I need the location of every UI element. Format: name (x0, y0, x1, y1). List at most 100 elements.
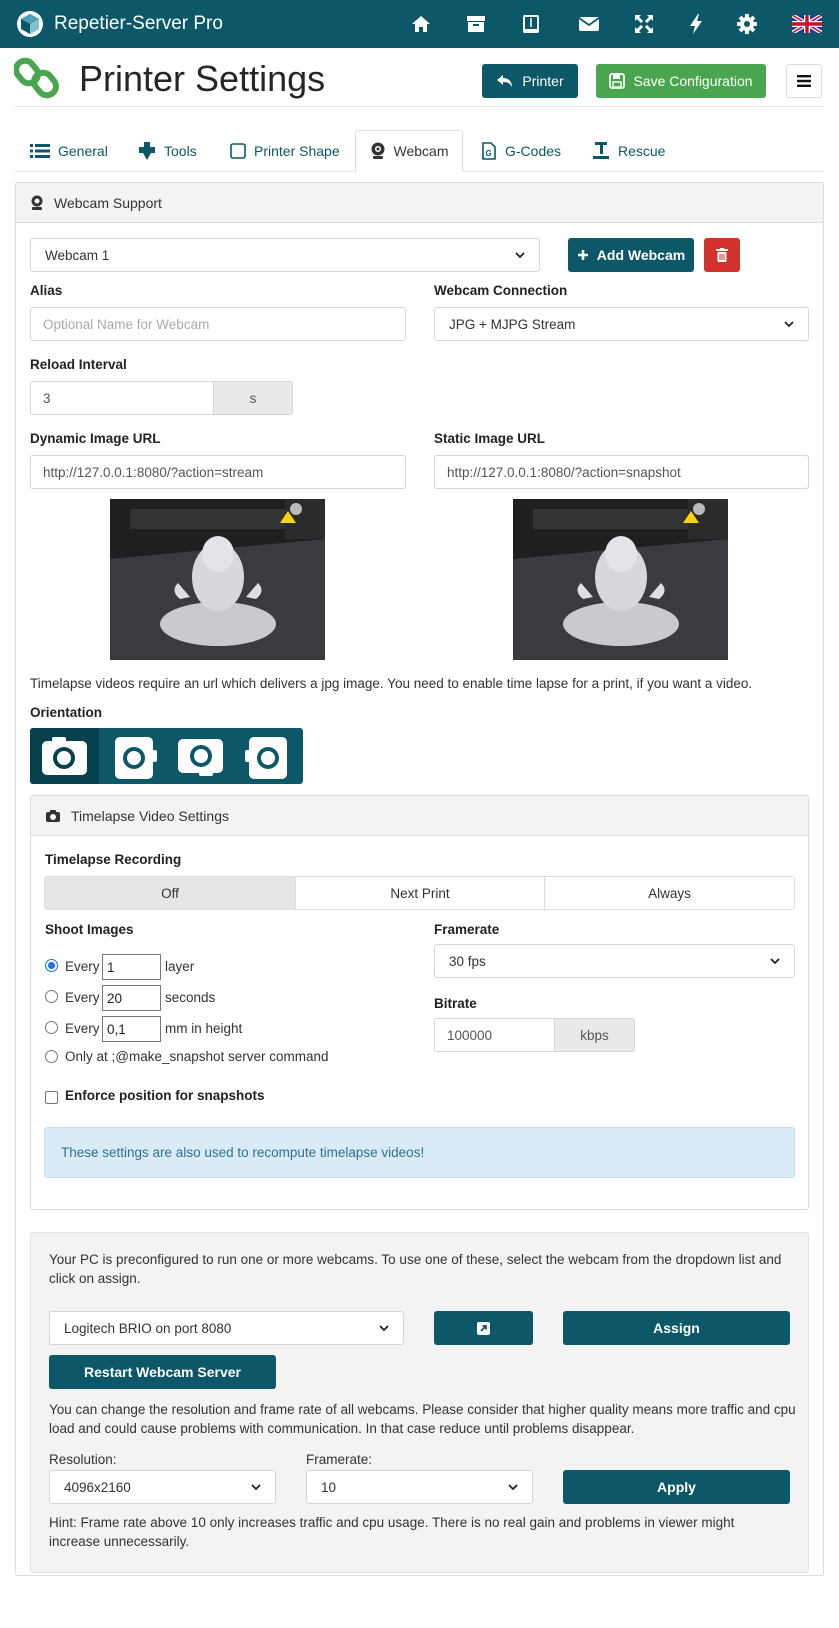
recording-next-print-option[interactable]: Next Print (295, 876, 545, 910)
mail-icon[interactable] (577, 12, 601, 36)
fullscreen-icon[interactable] (632, 12, 656, 36)
recording-always-option[interactable]: Always (544, 876, 795, 910)
shoot-only-at-command-radio[interactable] (45, 1050, 58, 1063)
webcam-connection-select[interactable]: JPG + MJPG Stream (434, 307, 809, 341)
webcam-icon (371, 142, 384, 159)
recording-off-option[interactable]: Off (44, 876, 296, 910)
repetier-logo-icon[interactable] (16, 10, 44, 38)
camera-rotated-icon (115, 737, 157, 779)
add-webcam-button[interactable]: Add Webcam (568, 238, 694, 272)
camera-flipped-icon (178, 739, 223, 776)
every-label: Every (65, 1021, 100, 1036)
reload-interval-input[interactable]: 3 (30, 381, 214, 415)
orientation-rotate-180-button[interactable] (167, 728, 235, 784)
save-configuration-button[interactable]: Save Configuration (596, 64, 766, 98)
delete-webcam-button[interactable] (704, 238, 740, 272)
list-icon (30, 144, 50, 158)
shoot-every-layer-radio[interactable] (45, 959, 58, 972)
chevron-down-icon (379, 1325, 389, 1332)
enforce-position-checkbox[interactable] (45, 1091, 58, 1104)
reload-interval-unit: s (214, 381, 293, 415)
enforce-position-label: Enforce position for snapshots (65, 1088, 265, 1103)
orientation-rotate-270-button[interactable] (235, 728, 303, 784)
framerate-label: Framerate (434, 922, 500, 937)
seconds-unit: seconds (165, 990, 216, 1005)
back-arrow-icon (497, 75, 513, 87)
only-at-command-label: Only at ;@make_snapshot server command (65, 1049, 329, 1064)
local-webcam-select[interactable]: Logitech BRIO on port 8080 (49, 1311, 404, 1345)
bolt-icon[interactable] (684, 12, 708, 36)
local-webcam-value: Logitech BRIO on port 8080 (64, 1320, 232, 1336)
camera-icon (46, 809, 60, 822)
tab-printer-shape-label: Printer Shape (254, 143, 340, 159)
orientation-normal-button[interactable] (30, 728, 99, 784)
tab-general[interactable]: General (30, 130, 108, 172)
orientation-label: Orientation (30, 705, 103, 720)
webcam-connection-label: Webcam Connection (434, 283, 568, 298)
tab-tools[interactable]: Tools (138, 130, 197, 172)
static-webcam-preview (513, 499, 728, 660)
printer-button[interactable]: Printer (482, 64, 578, 98)
layer-unit: layer (165, 959, 195, 974)
resolution-select[interactable]: 4096x2160 (49, 1470, 276, 1504)
layer-interval-input[interactable]: 1 (102, 954, 161, 980)
tab-gcodes[interactable]: G G-Codes (481, 130, 561, 172)
camera-rotated-left-icon (245, 737, 287, 779)
add-webcam-label: Add Webcam (596, 247, 686, 263)
app-name[interactable]: Repetier-Server Pro (54, 13, 223, 35)
gear-icon[interactable] (735, 12, 759, 36)
tab-webcam-label: Webcam (393, 143, 449, 159)
menu-button[interactable] (786, 64, 822, 98)
save-configuration-label: Save Configuration (633, 73, 753, 89)
framerate-value: 30 fps (449, 953, 486, 969)
external-link-icon (477, 1321, 490, 1335)
framerate-select[interactable]: 30 fps (434, 944, 795, 978)
tab-printer-shape[interactable]: Printer Shape (230, 130, 340, 172)
open-webcam-external-button[interactable] (434, 1311, 533, 1345)
tab-webcam[interactable]: Webcam (355, 130, 463, 172)
square-icon (230, 143, 246, 159)
shoot-every-seconds-radio[interactable] (45, 990, 58, 1003)
alias-input[interactable]: Optional Name for Webcam (30, 307, 406, 341)
extruder-icon (139, 142, 155, 160)
archive-icon[interactable] (464, 12, 488, 36)
alias-label: Alias (30, 283, 63, 298)
webcam-select[interactable]: Webcam 1 (30, 238, 540, 272)
chevron-down-icon (770, 958, 780, 965)
top-navbar: Repetier-Server Pro (0, 0, 839, 48)
dynamic-image-url-label: Dynamic Image URL (30, 431, 161, 446)
printer-button-label: Printer (522, 73, 564, 89)
floppy-icon (609, 73, 626, 89)
static-image-url-input[interactable]: http://127.0.0.1:8080/?action=snapshot (434, 455, 809, 489)
tab-gcodes-label: G-Codes (505, 143, 562, 159)
trash-icon (716, 248, 728, 262)
home-icon[interactable] (409, 12, 433, 36)
webcam-icon (31, 195, 43, 210)
link-icon (14, 57, 59, 99)
restart-webcam-server-button[interactable]: Restart Webcam Server (49, 1355, 276, 1389)
uk-flag-icon[interactable] (790, 13, 824, 35)
chevron-down-icon (784, 321, 794, 328)
chevron-down-icon (508, 1484, 518, 1491)
shoot-every-height-radio[interactable] (45, 1021, 58, 1034)
bitrate-label: Bitrate (434, 996, 477, 1011)
assign-button[interactable]: Assign (563, 1311, 790, 1345)
height-interval-input[interactable]: 0,1 (102, 1016, 161, 1042)
seconds-interval-input[interactable]: 20 (102, 985, 161, 1011)
orientation-rotate-90-button[interactable] (99, 728, 167, 784)
height-unit: mm in height (165, 1021, 243, 1036)
dynamic-image-url-input[interactable]: http://127.0.0.1:8080/?action=stream (30, 455, 406, 489)
every-label: Every (65, 990, 100, 1005)
server-framerate-select[interactable]: 10 (306, 1470, 533, 1504)
gcode-file-icon: G (482, 142, 496, 160)
preconfigured-note: Your PC is preconfigured to run one or m… (49, 1252, 782, 1286)
webcam-select-value: Webcam 1 (45, 247, 110, 263)
apply-button[interactable]: Apply (563, 1470, 790, 1504)
timelapse-title: Timelapse Video Settings (71, 807, 229, 824)
hamburger-icon (797, 75, 811, 87)
tab-rescue[interactable]: Rescue (592, 130, 665, 172)
timelapse-url-note: Timelapse videos require an url which de… (30, 676, 753, 691)
bitrate-input[interactable]: 100000 (434, 1018, 555, 1052)
tablet-icon[interactable] (519, 12, 543, 36)
page-title: Printer Settings (79, 58, 326, 99)
